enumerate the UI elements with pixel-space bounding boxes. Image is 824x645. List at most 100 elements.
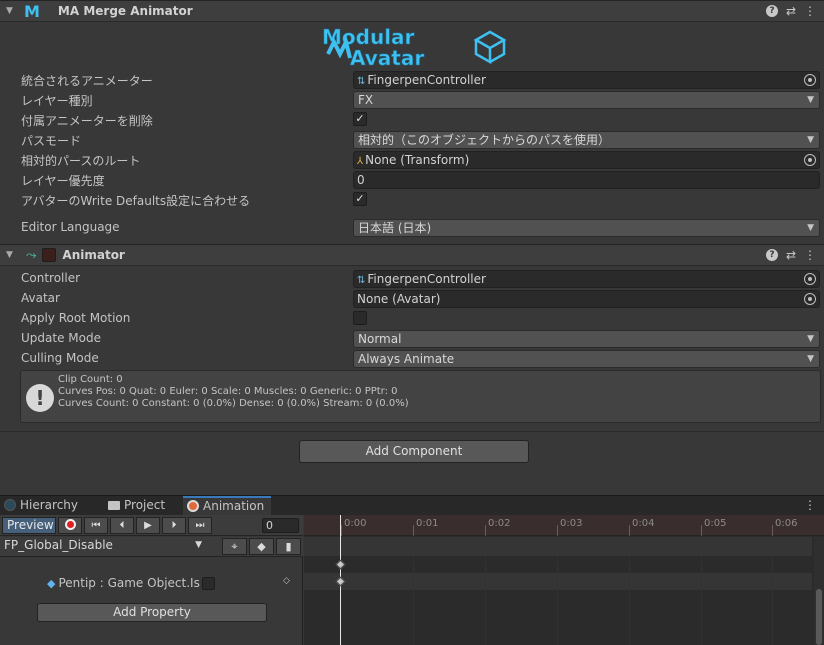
animator-value: FingerpenController <box>367 73 486 87</box>
animator-controller-icon: ⇅ <box>357 275 366 286</box>
path-mode-dropdown[interactable]: 相対的（このオブジェクトからのパスを使用） ▼ <box>353 131 820 149</box>
property-list: ◆ Pentip : Game Object.Is A ◇ Add Propert… <box>0 557 303 645</box>
avatar-value: None (Avatar) <box>357 292 441 306</box>
foldout-arrow-icon[interactable]: ▼ <box>6 6 16 16</box>
tick-line <box>485 525 486 536</box>
editor-language-dropdown[interactable]: 日本語 (日本) ▼ <box>353 219 820 237</box>
add-component-button[interactable]: Add Component <box>299 440 529 463</box>
step-forward-icon: ⏵ <box>171 520 177 531</box>
grid-line <box>701 557 702 645</box>
object-picker-icon[interactable] <box>804 74 816 86</box>
object-picker-icon[interactable] <box>804 273 816 285</box>
avatar-label: Avatar <box>21 291 60 305</box>
skip-start-icon: ⏮ <box>91 520 101 531</box>
presets-icon[interactable]: ⇄ <box>786 4 796 18</box>
enable-checkbox[interactable] <box>42 248 57 262</box>
match-wd-checkbox[interactable]: ✓ <box>353 192 367 206</box>
first-keyframe-button[interactable]: ⏮ <box>84 517 108 534</box>
filter-button[interactable]: ⌖ <box>222 538 247 555</box>
step-back-icon: ⏴ <box>119 520 125 531</box>
apply-root-motion-checkbox[interactable] <box>353 311 367 325</box>
animator-title: Animator <box>62 248 125 262</box>
layer-priority-row: レイヤー優先度 0 <box>0 170 824 190</box>
clip-dropdown[interactable]: FP_Global_Disable ▼ <box>2 538 206 555</box>
grid-line <box>629 557 630 645</box>
kebab-menu-icon[interactable]: ⋮ <box>804 4 816 18</box>
avatar-object-field[interactable]: None (Avatar) <box>353 290 820 308</box>
tab-hierarchy[interactable]: Hierarchy <box>0 496 104 516</box>
prev-keyframe-button[interactable]: ⏴ <box>110 517 134 534</box>
tab-project[interactable]: Project <box>104 496 182 516</box>
kebab-menu-icon[interactable]: ⋮ <box>804 248 816 262</box>
culling-mode-row: Culling Mode Always Animate ▼ <box>0 349 824 369</box>
skip-end-icon: ⏭ <box>195 520 205 531</box>
record-button[interactable] <box>58 517 82 534</box>
layer-type-dropdown[interactable]: FX ▼ <box>353 91 820 109</box>
relative-root-object-field[interactable]: ⅄ None (Transform) <box>353 151 820 169</box>
object-picker-icon[interactable] <box>804 154 816 166</box>
frame-input[interactable]: 0 <box>262 518 299 533</box>
animator-icon: ⤳ <box>26 247 37 263</box>
tab-hierarchy-label: Hierarchy <box>20 498 79 512</box>
update-mode-dropdown[interactable]: Normal ▼ <box>353 330 820 348</box>
dropdown-arrow-icon: ▼ <box>807 223 814 233</box>
kebab-menu-icon[interactable]: ⋮ <box>804 498 816 512</box>
tab-animation[interactable]: Animation <box>183 496 271 516</box>
last-keyframe-button[interactable]: ⏭ <box>188 517 212 534</box>
add-property-button[interactable]: Add Property <box>37 603 267 622</box>
layer-type-label: レイヤー種別 <box>21 94 93 108</box>
timeline-panel[interactable]: 0:00 0:01 0:02 0:03 0:04 0:05 0:06 <box>304 515 824 645</box>
controller-object-field[interactable]: ⇅ FingerpenController <box>353 270 820 288</box>
summary-keyframe[interactable] <box>335 559 346 570</box>
help-icon[interactable]: ? <box>765 5 778 17</box>
presets-icon[interactable]: ⇄ <box>786 248 796 262</box>
preview-button[interactable]: Preview <box>2 517 56 534</box>
clip-name: FP_Global_Disable <box>4 538 113 552</box>
object-picker-icon[interactable] <box>804 293 816 305</box>
next-keyframe-button[interactable]: ⏵ <box>162 517 186 534</box>
help-icon[interactable]: ? <box>765 249 778 261</box>
animator-info-box: ! Clip Count: 0 Curves Pos: 0 Quat: 0 Eu… <box>20 370 821 423</box>
time-ruler[interactable]: 0:00 0:01 0:02 0:03 0:04 0:05 0:06 <box>304 515 824 536</box>
editor-language-label: Editor Language <box>21 220 120 234</box>
tick-line <box>772 525 773 536</box>
tick-label: 0:03 <box>560 518 583 529</box>
property-row[interactable]: ◆ Pentip : Game Object.Is A ◇ <box>0 575 302 593</box>
dropdown-arrow-icon: ▼ <box>195 540 202 550</box>
controller-row: Controller ⇅ FingerpenController <box>0 269 824 289</box>
property-value-checkbox[interactable] <box>202 577 215 590</box>
gameobject-cube-icon: ◆ <box>47 577 56 590</box>
grid-line <box>557 557 558 645</box>
relative-root-label: 相対的パースのルート <box>21 154 141 168</box>
play-button[interactable]: ▶ <box>136 517 160 534</box>
tick-line <box>629 525 630 536</box>
animator-object-field[interactable]: ⇅ FingerpenController <box>353 71 820 89</box>
logo-line2: Avatar <box>350 46 424 68</box>
scrollbar-thumb[interactable] <box>816 589 822 645</box>
add-event-button[interactable]: ▮ <box>276 538 301 555</box>
delete-attached-checkbox[interactable]: ✓ <box>353 112 367 126</box>
foldout-arrow-icon[interactable]: ▼ <box>6 250 16 260</box>
timeline-scrollbar[interactable] <box>814 537 824 645</box>
keyframe-diamond-icon[interactable]: ◇ <box>283 576 290 586</box>
editor-language-value: 日本語 (日本) <box>358 221 432 235</box>
animator-controller-icon: ⇅ <box>357 76 366 87</box>
ma-merge-animator-header[interactable]: ▼ M MA Merge Animator ? ⇄ ⋮ <box>0 0 824 22</box>
tick-line <box>557 525 558 536</box>
tick-label: 0:00 <box>344 518 367 529</box>
apply-root-motion-row: Apply Root Motion <box>0 309 824 329</box>
layer-priority-input[interactable]: 0 <box>353 171 820 189</box>
culling-mode-dropdown[interactable]: Always Animate ▼ <box>353 350 820 368</box>
tick-line <box>413 525 414 536</box>
apply-root-motion-label: Apply Root Motion <box>21 311 131 325</box>
folder-icon <box>108 501 120 510</box>
animator-header[interactable]: ▼ ⤳ Animator ? ⇄ ⋮ <box>0 244 824 266</box>
path-mode-label: パスモード <box>21 134 82 148</box>
property-label: ◆ Pentip : Game Object.Is A <box>47 576 212 590</box>
crosshair-icon: ⌖ <box>231 540 238 553</box>
relative-root-value: None (Transform) <box>365 153 470 167</box>
transform-icon: ⅄ <box>357 156 364 167</box>
animation-icon <box>187 500 199 512</box>
add-keyframe-icon: ◆ <box>257 540 266 553</box>
add-keyframe-button[interactable]: ◆ <box>249 538 274 555</box>
